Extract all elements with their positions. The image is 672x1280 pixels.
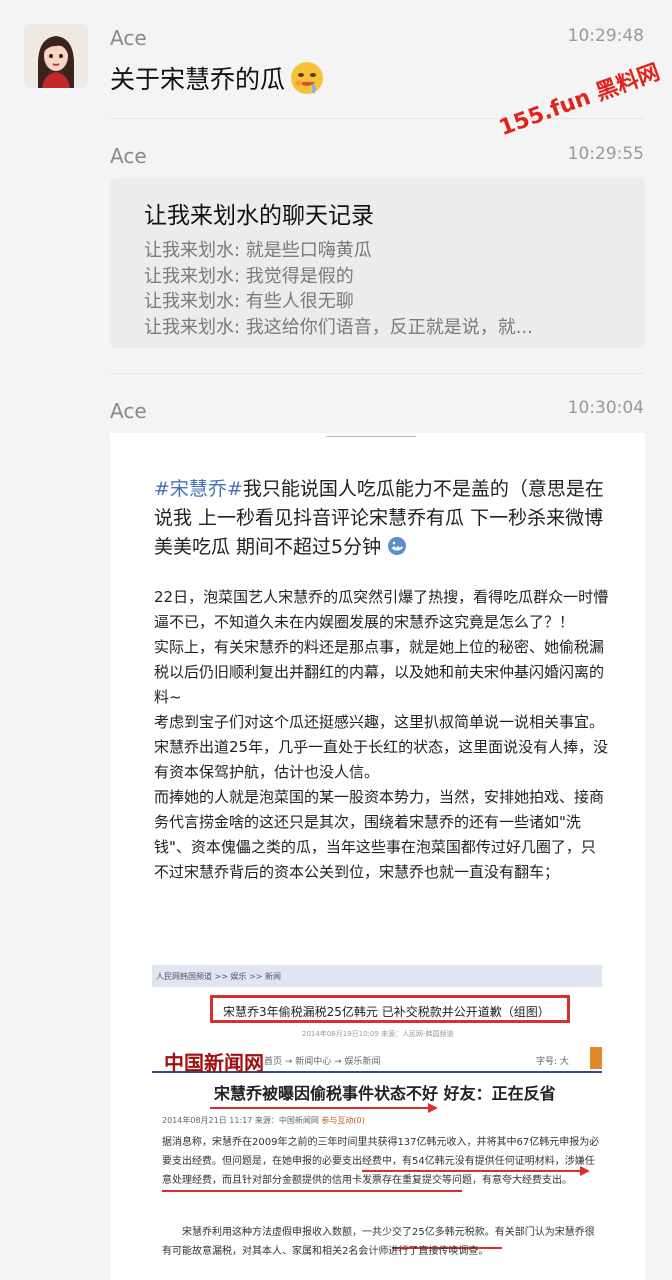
red-underline: [210, 1107, 430, 1109]
news-clipping: 人民网韩国频道 >> 娱乐 >> 新闻 宋慧乔3年偷税漏税25亿韩元 已补交税款…: [152, 965, 602, 1280]
post-paragraph: 而捧她的人就是泡菜国的某一股资本势力，当然，安排她拍戏、接商务代言捞金啥的这还只…: [154, 788, 605, 881]
news-paragraph: 据消息称，宋慧乔在2009年之前的三年时间里共获得137亿韩元收入，并将其中67…: [162, 1137, 600, 1186]
post-headline: #宋慧乔#我只能说国人吃瓜能力不是盖的（意思是在说我 上一秒看见抖音评论宋慧乔有…: [154, 475, 609, 562]
shark-emoji-icon: [388, 537, 407, 555]
news-logo: 中国新闻网: [164, 1051, 264, 1075]
news-font-size: 字号: 大: [536, 1057, 569, 1067]
news-crumbs: 首页 → 新闻中心 → 娱乐新闻: [264, 1057, 381, 1067]
post-paragraph: 考虑到宝子们对这个瓜还挺感兴趣，这里扒叔简单说一说相关事宜。: [154, 713, 605, 731]
chat-record-line: 让我来划水: 有些人很无聊: [144, 291, 354, 312]
news-meta-text: 2014年08月21日 11:17 来源：中国新闻网: [162, 1116, 319, 1125]
red-arrow-icon: [580, 1166, 590, 1176]
post-hashtag: #宋慧乔#: [154, 478, 243, 500]
avatar[interactable]: [24, 24, 88, 88]
news-comment-link: 参与互动(0): [321, 1116, 365, 1125]
message-text[interactable]: 关于宋慧乔的瓜: [110, 60, 325, 96]
divider: [110, 373, 644, 374]
message-time: 10:30:04: [567, 398, 644, 418]
post-paragraph: 实际上，有关宋慧乔的料还是那点事，就是她上位的秘密、她偷税漏税以后仍旧顺利复出并…: [154, 638, 605, 706]
news-meta: 2014年08月21日 11:17 来源：中国新闻网 参与互动(0): [162, 1115, 365, 1126]
red-underline: [162, 1190, 462, 1192]
image-message[interactable]: #宋慧乔#我只能说国人吃瓜能力不是盖的（意思是在说我 上一秒看见抖音评论宋慧乔有…: [110, 433, 645, 1280]
news-paragraph: 宋慧乔利用这种方法虚假申报收入数额，一共少交了25亿多韩元税款。有关部门认为宋慧…: [162, 1227, 595, 1257]
news-headline: 宋慧乔被曝因偷税事件状态不好 好友：正在反省: [214, 1084, 556, 1103]
red-arrow-icon: [428, 1103, 438, 1113]
news-badge: [590, 1047, 602, 1069]
news-breadcrumb: 人民网韩国频道 >> 娱乐 >> 新闻: [152, 965, 602, 987]
image-top-edge: [326, 433, 416, 437]
chat-record-card[interactable]: 让我来划水的聊天记录 让我来划水: 就是些口嗨黄瓜 让我来划水: 我觉得是假的 …: [110, 178, 645, 348]
post-paragraph: 宋慧乔出道25年，几乎一直处于长红的状态，这里面说没有人捧，没有资本保驾护航，估…: [154, 738, 609, 781]
sender-name: Ace: [110, 144, 147, 168]
message-text-content: 关于宋慧乔的瓜: [110, 65, 286, 94]
message-time: 10:29:55: [567, 144, 644, 164]
screenshot-post: #宋慧乔#我只能说国人吃瓜能力不是盖的（意思是在说我 上一秒看见抖音评论宋慧乔有…: [136, 445, 617, 1280]
chat-record-line: 让我来划水: 就是些口嗨黄瓜: [144, 240, 372, 261]
sender-name: Ace: [110, 399, 147, 423]
drooling-face-emoji-icon: [291, 62, 324, 94]
chat-record-line: 让我来划水: 我觉得是假的: [144, 265, 354, 287]
chat-record-title: 让我来划水的聊天记录: [144, 203, 374, 229]
avatar-illustration: [24, 24, 88, 88]
red-underline: [362, 1170, 582, 1172]
post-paragraph: 22日，泡菜国艺人宋慧乔的瓜突然引爆了热搜，看得吃瓜群众一时懵逼不已，不知道久未…: [154, 588, 609, 631]
post-body: 22日，泡菜国艺人宋慧乔的瓜突然引爆了热搜，看得吃瓜群众一时懵逼不已，不知道久未…: [154, 585, 609, 885]
sender-name: Ace: [110, 26, 147, 50]
chat-record-line: 让我来划水: 我这给你们语音，反正就是说，就...: [144, 316, 533, 338]
news-boxed-title: 宋慧乔3年偷税漏税25亿韩元 已补交税款并公开道歉（组图）: [210, 995, 570, 1023]
message-time: 10:29:48: [567, 26, 644, 46]
news-date: 2014年08月19日10:09 来源：人民网-韩国频道: [302, 1030, 454, 1038]
news-header: 中国新闻网 首页 → 新闻中心 → 娱乐新闻 字号: 大: [152, 1045, 602, 1075]
